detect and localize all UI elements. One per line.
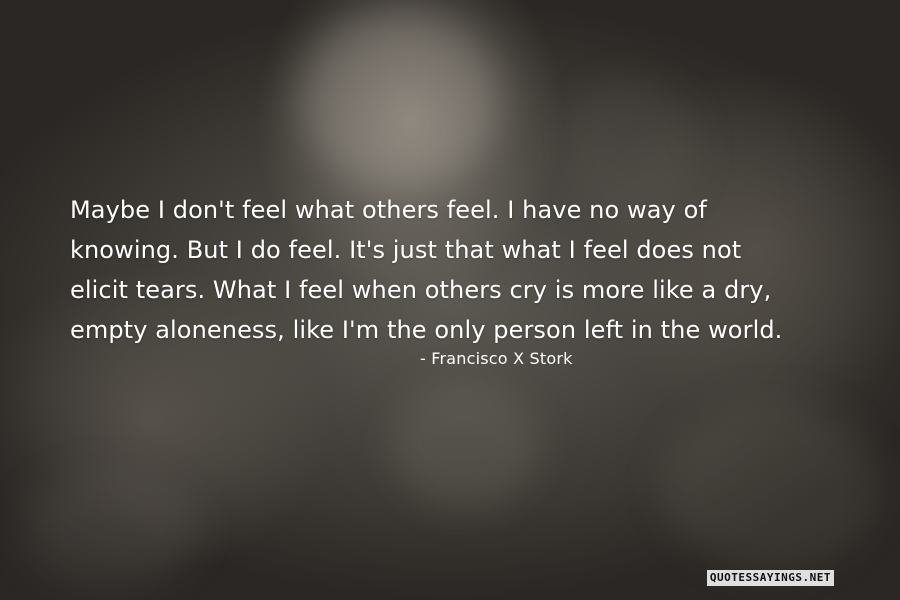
quote-text: Maybe I don't feel what others feel. I h…	[70, 190, 870, 350]
quote-line: knowing. But I do feel. It's just that w…	[70, 236, 742, 264]
quote-line: Maybe I don't feel what others feel. I h…	[70, 196, 707, 224]
quote-line: elicit tears. What I feel when others cr…	[70, 276, 772, 304]
quote-image: Maybe I don't feel what others feel. I h…	[0, 0, 900, 600]
background-bokeh	[20, 470, 200, 590]
site-watermark: QUOTESSAYINGS.NET	[706, 570, 834, 586]
quote-author: - Francisco X Stork	[420, 349, 573, 368]
background-bokeh	[390, 380, 540, 510]
background-bokeh	[660, 400, 880, 570]
background-bokeh	[300, 10, 500, 190]
quote-line: empty aloneness, like I'm the only perso…	[70, 316, 783, 344]
